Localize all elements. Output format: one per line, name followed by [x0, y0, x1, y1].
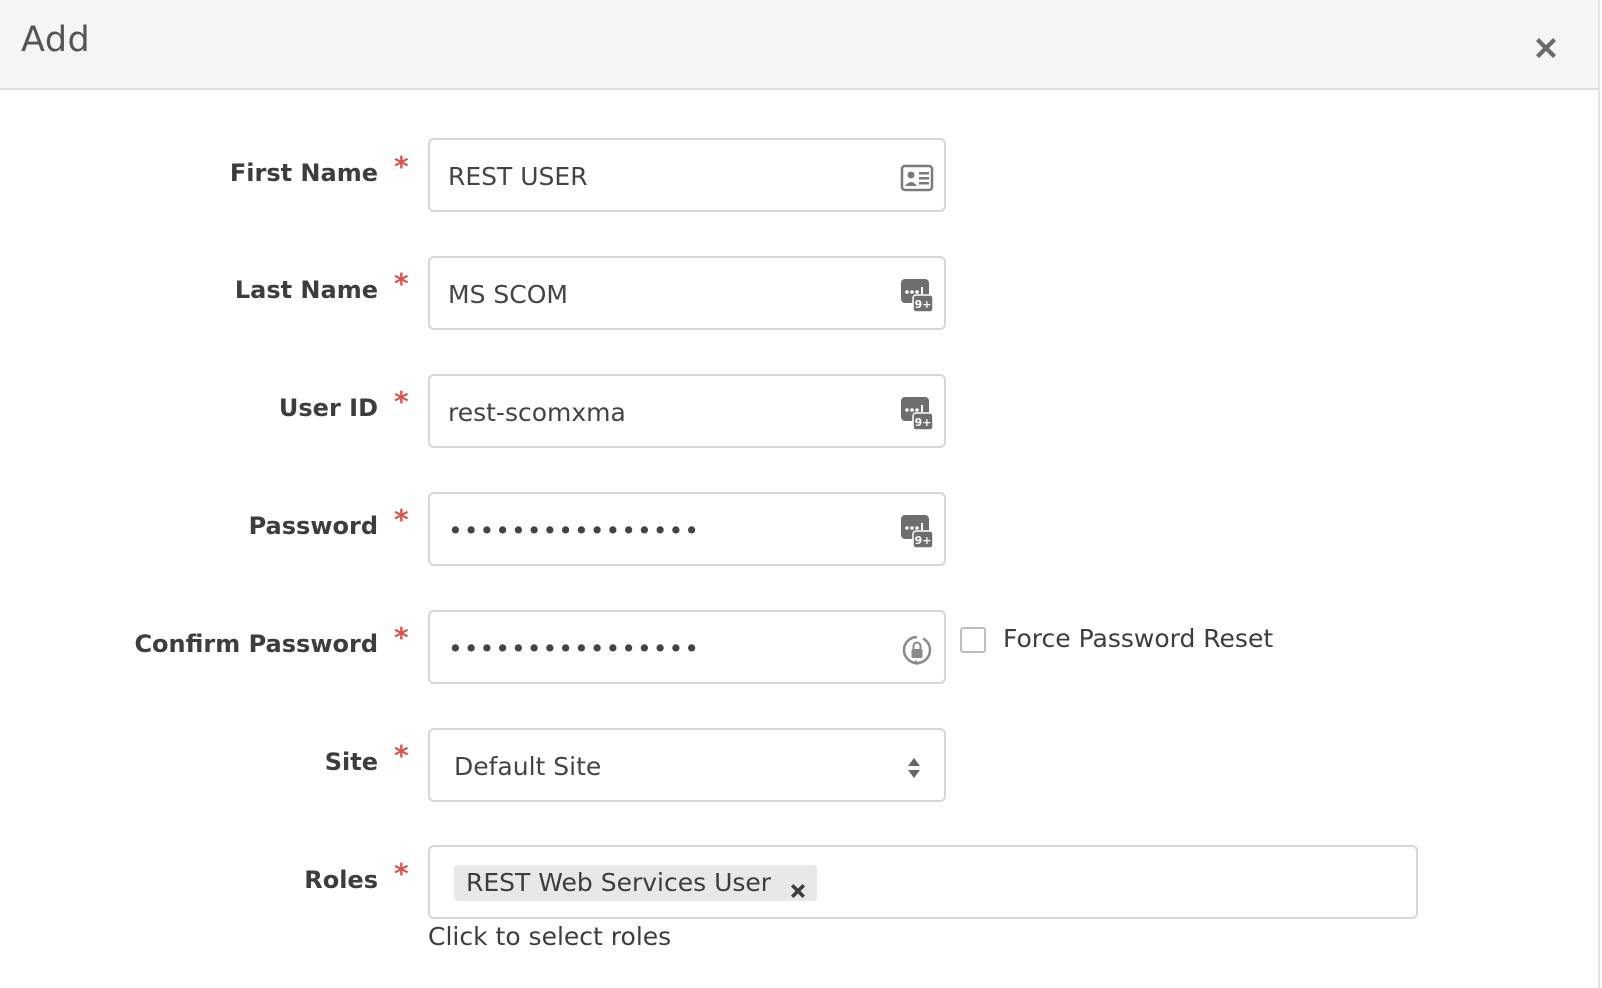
confirm-password-input[interactable]: •••••••••••••••• — [428, 610, 946, 684]
add-user-dialog: Add First Name * REST USER Last Name * M… — [0, 0, 1600, 988]
required-marker: * — [394, 503, 409, 536]
first-name-value: REST USER — [448, 162, 588, 191]
required-marker: * — [394, 621, 409, 654]
svg-text:9+: 9+ — [915, 298, 932, 311]
force-password-reset-label[interactable]: Force Password Reset — [1003, 624, 1273, 653]
first-name-label: First Name — [229, 159, 378, 187]
svg-text:9+: 9+ — [915, 416, 932, 429]
last-name-input[interactable]: MS SCOM 9+ — [428, 256, 946, 330]
site-select[interactable]: Default Site — [428, 728, 946, 802]
roles-label: Roles — [304, 866, 378, 894]
roles-hint: Click to select roles — [428, 922, 672, 951]
required-marker: * — [394, 857, 409, 890]
dialog-title: Add — [21, 20, 91, 60]
password-manager-icon[interactable]: 9+ — [900, 278, 934, 314]
password-value: •••••••••••••••• — [448, 516, 700, 545]
user-id-value: rest-scomxma — [448, 398, 626, 427]
remove-tag-icon[interactable] — [789, 874, 807, 898]
password-manager-icon[interactable]: 9+ — [900, 396, 934, 432]
last-name-label: Last Name — [234, 276, 378, 304]
contact-card-icon[interactable] — [900, 160, 934, 196]
site-label: Site — [324, 748, 378, 776]
confirm-password-label: Confirm Password — [134, 630, 378, 658]
user-id-input[interactable]: rest-scomxma 9+ — [428, 374, 946, 448]
required-marker: * — [394, 385, 409, 418]
confirm-password-value: •••••••••••••••• — [448, 634, 700, 663]
required-marker: * — [394, 267, 409, 300]
dialog-header: Add — [0, 0, 1598, 90]
last-name-value: MS SCOM — [448, 280, 568, 309]
role-tag: REST Web Services User — [454, 865, 818, 901]
password-generator-icon[interactable] — [900, 632, 934, 668]
required-marker: * — [394, 150, 409, 183]
password-input[interactable]: •••••••••••••••• 9+ — [428, 492, 946, 566]
force-password-reset-checkbox[interactable] — [960, 627, 986, 653]
close-icon[interactable] — [1530, 32, 1562, 64]
required-marker: * — [394, 739, 409, 772]
user-id-label: User ID — [278, 394, 378, 422]
svg-text:9+: 9+ — [915, 534, 932, 547]
roles-multiselect[interactable]: REST Web Services User — [428, 845, 1418, 919]
select-arrows-icon — [906, 756, 922, 780]
role-tag-label: REST Web Services User — [466, 868, 772, 897]
password-label: Password — [248, 512, 378, 540]
password-manager-icon[interactable]: 9+ — [900, 514, 934, 550]
site-selected-value: Default Site — [454, 752, 602, 781]
first-name-input[interactable]: REST USER — [428, 138, 946, 212]
